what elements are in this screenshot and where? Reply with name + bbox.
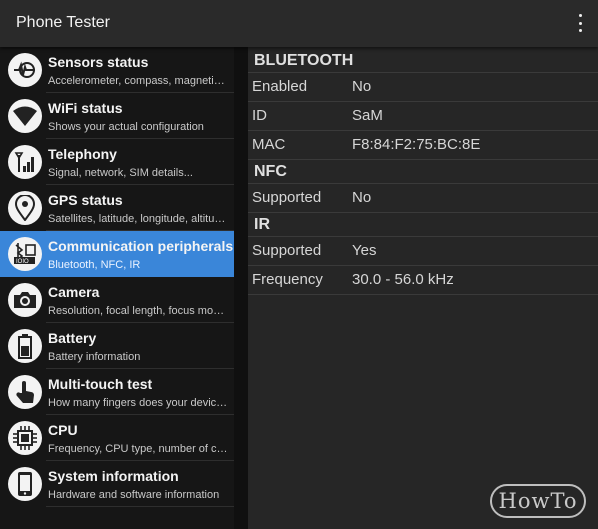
battery-icon xyxy=(8,329,42,363)
app-bar: Phone Tester xyxy=(0,0,598,47)
sidebar-item-title: Multi-touch test xyxy=(48,376,153,392)
camera-icon xyxy=(8,283,42,317)
touch-hand-icon xyxy=(8,375,42,409)
bluetooth-nfc-icon: IOIO xyxy=(8,237,42,271)
sidebar-item-title: WiFi status xyxy=(48,100,123,116)
sidebar-item-gps-status[interactable]: GPS status Satellites, latitude, longitu… xyxy=(0,185,234,231)
row-key: Enabled xyxy=(252,78,308,95)
sidebar-item-subtitle: Bluetooth, NFC, IR xyxy=(48,259,141,271)
section-header-nfc: NFC xyxy=(254,163,287,180)
sidebar-item-subtitle: Hardware and software information xyxy=(48,489,220,501)
detail-row-bt-id: ID SaM xyxy=(248,102,598,131)
sidebar-item-subtitle: Signal, network, SIM details... xyxy=(48,167,193,179)
row-value: No xyxy=(352,189,372,206)
detail-row-bt-enabled: Enabled No xyxy=(248,73,598,102)
sidebar-item-cpu[interactable]: CPU Frequency, CPU type, number of cores… xyxy=(0,415,234,461)
detail-row-nfc-supported: Supported No xyxy=(248,184,598,213)
section-header-ir: IR xyxy=(254,216,270,233)
sidebar-item-subtitle: Battery information xyxy=(48,351,141,363)
section-header-bluetooth: BLUETOOTH xyxy=(254,52,354,69)
sidebar-item-camera[interactable]: Camera Resolution, focal length, focus m… xyxy=(0,277,234,323)
sensor-pulse-icon xyxy=(8,53,42,87)
svg-text:IOIO: IOIO xyxy=(16,259,29,265)
signal-bars-icon xyxy=(8,145,42,179)
sidebar-item-title: Telephony xyxy=(48,146,117,162)
sidebar-item-title: Battery xyxy=(48,330,97,346)
sidebar-item-battery[interactable]: Battery Battery information xyxy=(0,323,234,369)
row-key: ID xyxy=(252,107,267,124)
row-value: Yes xyxy=(352,242,377,259)
sidebar-item-system-information[interactable]: System information Hardware and software… xyxy=(0,461,234,507)
row-key: Supported xyxy=(252,242,322,259)
sidebar-item-subtitle: Accelerometer, compass, magnetic field..… xyxy=(48,75,230,87)
sidebar-item-subtitle: Shows your actual configuration xyxy=(48,121,204,133)
detail-row-ir-frequency: Frequency 30.0 - 56.0 kHz xyxy=(248,266,598,295)
sidebar-item-title: Camera xyxy=(48,284,100,300)
row-key: Frequency xyxy=(252,271,323,288)
location-pin-icon xyxy=(8,191,42,225)
sidebar-item-title: CPU xyxy=(48,422,78,438)
app-title: Phone Tester xyxy=(16,14,110,31)
sidebar-item-sensors-status[interactable]: Sensors status Accelerometer, compass, m… xyxy=(0,47,234,93)
sidebar-item-subtitle: How many fingers does your device recogn… xyxy=(48,397,230,409)
pane-divider xyxy=(234,47,248,529)
row-value: 30.0 - 56.0 kHz xyxy=(352,271,454,288)
more-vert-icon[interactable] xyxy=(576,14,584,32)
detail-panel: BLUETOOTH Enabled No ID SaM MAC F8:84:F2… xyxy=(248,47,598,529)
sidebar-item-subtitle: Resolution, focal length, focus mode... xyxy=(48,305,230,317)
cpu-chip-icon xyxy=(8,421,42,455)
detail-row-ir-supported: Supported Yes xyxy=(248,237,598,266)
sidebar-item-title: System information xyxy=(48,468,179,484)
sidebar-item-communication-peripherals[interactable]: IOIO Communication peripherals Bluetooth… xyxy=(0,231,234,277)
sidebar-item-title: Communication peripherals xyxy=(48,238,234,254)
row-value: No xyxy=(352,78,372,95)
row-value: SaM xyxy=(352,107,383,124)
sidebar-item-wifi-status[interactable]: WiFi status Shows your actual configurat… xyxy=(0,93,234,139)
sidebar-item-title: Sensors status xyxy=(48,54,149,70)
row-value: F8:84:F2:75:BC:8E xyxy=(352,136,481,153)
howto-watermark-logo: HowTo xyxy=(490,484,586,518)
sidebar-item-subtitle: Satellites, latitude, longitude, altitud… xyxy=(48,213,230,225)
sidebar-item-telephony[interactable]: Telephony Signal, network, SIM details..… xyxy=(0,139,234,185)
phone-device-icon xyxy=(8,467,42,501)
row-key: Supported xyxy=(252,189,322,206)
sidebar-item-subtitle: Frequency, CPU type, number of cores... xyxy=(48,443,230,455)
wifi-icon xyxy=(8,99,42,133)
row-key: MAC xyxy=(252,136,286,153)
detail-row-bt-mac: MAC F8:84:F2:75:BC:8E xyxy=(248,131,598,160)
sidebar: Sensors status Accelerometer, compass, m… xyxy=(0,47,234,529)
sidebar-item-title: GPS status xyxy=(48,192,123,208)
sidebar-item-multi-touch-test[interactable]: Multi-touch test How many fingers does y… xyxy=(0,369,234,415)
